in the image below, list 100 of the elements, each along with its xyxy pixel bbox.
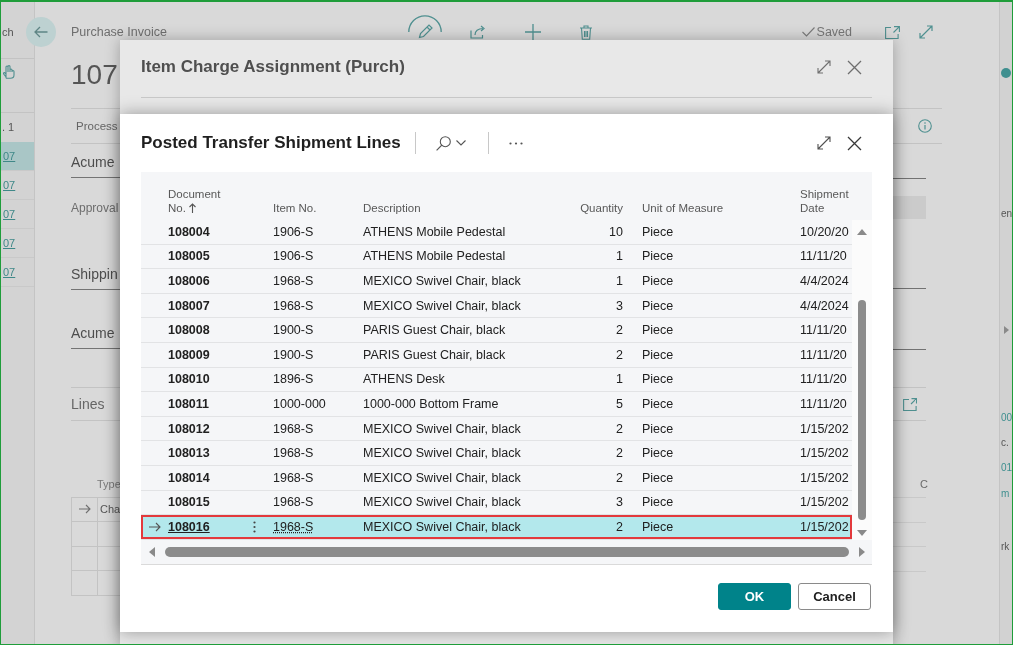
description: MEXICO Swivel Chair, black — [363, 421, 521, 436]
description: MEXICO Swivel Chair, black — [363, 298, 521, 313]
cancel-button[interactable]: Cancel — [798, 582, 871, 610]
table-row[interactable]: 108006 1968-S MEXICO Swivel Chair, black 1 Piece 4/4/2024 — [141, 269, 852, 294]
table-row[interactable]: 108012 1968-S MEXICO Swivel Chair, black 2 Piece 1/15/202 — [141, 416, 852, 442]
table-row[interactable]: 108013 1968-S MEXICO Swivel Chair, black 2 Piece 1/15/202 — [141, 441, 852, 466]
scroll-right-icon[interactable] — [859, 546, 865, 557]
item-number[interactable]: 1968-S — [273, 519, 314, 534]
item-number: 1968-S — [273, 421, 314, 436]
arrow-left-icon — [34, 26, 48, 38]
quantity: 1 — [616, 274, 623, 288]
table-row[interactable]: 108005 1906-S ATHENS Mobile Pedestal 1 Piece 11/11/20 — [141, 244, 852, 270]
column-header[interactable]: Quantity — [580, 201, 623, 215]
document-number-link[interactable]: 108011 — [168, 396, 210, 411]
shipment-date: 4/4/2024 — [800, 274, 849, 288]
unit-of-measure: Piece — [642, 519, 674, 534]
document-number-link[interactable]: 108007 — [168, 298, 210, 313]
dot-icon — [1001, 68, 1011, 78]
document-number-link[interactable]: 108012 — [168, 421, 210, 436]
description: 1000-000 Bottom Frame — [363, 396, 499, 411]
part-heading[interactable]: Lines — [71, 395, 105, 412]
column-header[interactable]: Item No. — [273, 201, 317, 215]
section-heading[interactable]: Acume — [71, 325, 115, 341]
document-number-link[interactable]: 108004 — [168, 224, 210, 239]
table-row[interactable]: 108009 1900-S PARIS Guest Chair, black 2 Piece 11/11/20 — [141, 342, 852, 368]
chevron-down-icon[interactable] — [455, 140, 466, 146]
shipment-date: 11/11/20 — [800, 249, 847, 264]
scroll-up-icon[interactable] — [857, 229, 867, 235]
action-tab[interactable]: Process — [76, 120, 118, 132]
scrollbar-thumb[interactable] — [165, 546, 849, 557]
scrollbar-thumb[interactable] — [858, 300, 866, 520]
expand-icon[interactable] — [817, 60, 831, 74]
document-number-link[interactable]: 108008 — [168, 323, 210, 338]
more-vertical-icon[interactable] — [253, 520, 256, 533]
list-label: . 1 — [2, 121, 15, 133]
unit-of-measure: Piece — [642, 347, 674, 362]
unit-of-measure: Piece — [642, 372, 674, 387]
document-number-link[interactable]: 108010 — [168, 372, 210, 387]
shipment-date: 1/15/202 — [800, 446, 849, 461]
more-icon[interactable] — [508, 141, 523, 145]
section-heading[interactable]: Shippin — [71, 265, 118, 282]
grid-cell[interactable] — [72, 497, 98, 522]
sort-up-icon[interactable] — [188, 203, 196, 213]
document-number-link[interactable]: 108005 — [168, 249, 210, 264]
open-in-new-icon[interactable] — [903, 397, 917, 411]
table-row[interactable]: 108008 1900-S PARIS Guest Chair, black 2 Piece 11/11/20 — [141, 318, 852, 343]
caret-right-icon[interactable] — [1004, 326, 1009, 334]
input-field[interactable] — [893, 196, 926, 219]
info-icon[interactable] — [918, 119, 932, 133]
save-status: Saved — [816, 25, 852, 39]
quantity: 2 — [616, 421, 623, 436]
description: MEXICO Swivel Chair, black — [363, 470, 521, 485]
open-in-new-icon[interactable] — [885, 25, 900, 39]
document-number-link[interactable]: 108016 — [168, 519, 210, 534]
field-label: Approval — [71, 201, 119, 215]
shipment-date: 10/20/20 — [800, 224, 849, 239]
document-number-link[interactable]: 108006 — [168, 274, 210, 288]
search-icon[interactable] — [435, 135, 451, 151]
table-row[interactable]: 108004 1906-S ATHENS Mobile Pedestal 10 Piece 10/20/20 — [141, 220, 852, 245]
description: MEXICO Swivel Chair, black — [363, 274, 521, 288]
scroll-down-icon[interactable] — [857, 530, 867, 536]
table-row[interactable]: 108007 1968-S MEXICO Swivel Chair, black 3 Piece 4/4/2024 — [141, 293, 852, 319]
column-header[interactable]: Description — [363, 201, 421, 215]
expand-icon[interactable] — [817, 136, 831, 150]
type-value: Cha — [100, 503, 121, 516]
trash-icon[interactable] — [580, 24, 592, 40]
document-number-link[interactable]: 108014 — [168, 470, 210, 485]
shipment-date: 11/11/20 — [800, 347, 847, 362]
column-header[interactable]: Shipment Date — [800, 187, 852, 215]
column-header[interactable]: Document No. — [168, 187, 230, 215]
pencil-icon[interactable] — [408, 15, 442, 39]
quantity: 2 — [616, 519, 623, 534]
quantity: 5 — [616, 396, 623, 411]
unit-of-measure: Piece — [642, 274, 674, 288]
item-number: 1900-S — [273, 323, 314, 338]
document-number-link[interactable]: 108013 — [168, 446, 210, 461]
description: MEXICO Swivel Chair, black — [363, 495, 521, 510]
document-number-link[interactable]: 108015 — [168, 495, 210, 510]
share-icon[interactable] — [470, 25, 486, 39]
table-row[interactable]: 108016 1968-S MEXICO Swivel Chair, black 2 Piece 1/15/202 — [141, 515, 852, 540]
column-header[interactable]: Unit of Measure — [642, 201, 724, 215]
plus-icon[interactable] — [525, 24, 541, 40]
arrow-right-icon — [78, 504, 91, 515]
ok-button[interactable]: OK — [718, 582, 791, 610]
description: MEXICO Swivel Chair, black — [363, 519, 521, 534]
description: PARIS Guest Chair, black — [363, 323, 506, 338]
back-button[interactable] — [26, 17, 56, 47]
table-row[interactable]: 108014 1968-S MEXICO Swivel Chair, black 2 Piece 1/15/202 — [141, 465, 852, 491]
table-row[interactable]: 108011 1000-000 1000-000 Bottom Frame 5 Piece 11/11/20 — [141, 392, 852, 417]
close-icon[interactable] — [847, 135, 862, 151]
page-title: 107 — [71, 59, 118, 90]
shipment-date: 1/15/202 — [800, 519, 849, 534]
document-number-link[interactable]: 108009 — [168, 347, 210, 362]
scroll-left-icon[interactable] — [149, 546, 155, 557]
hand-icon[interactable] — [3, 65, 15, 79]
panel-text: rk — [1001, 540, 1010, 554]
vertical-scrollbar[interactable] — [852, 220, 872, 540]
section-heading[interactable]: Acume — [71, 154, 115, 170]
table-row[interactable]: 108010 1896-S ATHENS Desk 1 Piece 11/11/20 — [141, 367, 852, 393]
list-header-text: ch — [2, 26, 14, 38]
